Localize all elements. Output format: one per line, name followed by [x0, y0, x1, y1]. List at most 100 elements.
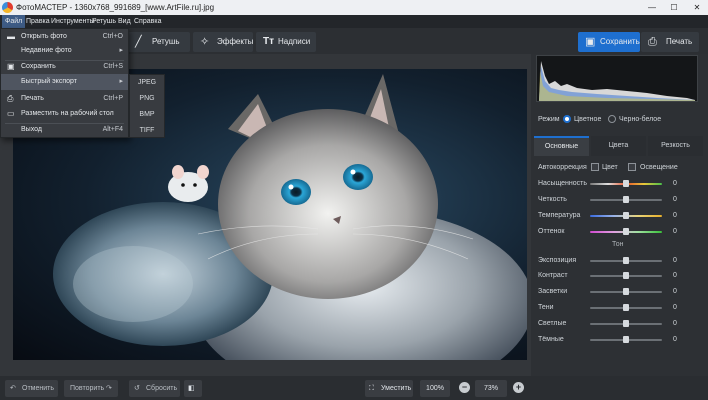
whites-slider[interactable]: Светлые 0 [537, 318, 697, 330]
menu-bar: Файл Правка Инструменты Ретушь Вид Справ… [0, 15, 708, 28]
menu-item-label: Разместить на рабочий стол [21, 110, 114, 117]
printer-icon: ⎙ [648, 36, 657, 48]
save-label: Сохранить [600, 37, 640, 46]
zoom-out-icon[interactable]: − [459, 382, 470, 393]
slider-knob[interactable] [623, 228, 629, 235]
export-submenu: JPEG PNG BMP TIFF [129, 74, 165, 138]
menu-item-shortcut: Ctrl+P [103, 95, 123, 102]
menu-item-shortcut: Alt+F4 [102, 126, 123, 133]
submenu-arrow-icon: ▸ [119, 78, 123, 85]
slider-knob[interactable] [623, 288, 629, 295]
magic-wand-icon: ✧ [200, 36, 210, 48]
clarity-slider[interactable]: Четкость 0 [537, 194, 697, 206]
contrast-slider[interactable]: Контраст 0 [537, 270, 697, 282]
slider-value: 0 [673, 180, 677, 187]
slider-value: 0 [673, 320, 677, 327]
menu-item-set-desktop[interactable]: ▭ Разместить на рабочий стол [1, 106, 128, 122]
zoom-in-icon[interactable]: + [513, 382, 524, 393]
redo-button[interactable]: Повторить ↷ [64, 380, 118, 397]
menu-item-recent[interactable]: Недавние фото ▸ [1, 43, 128, 59]
save-icon: ▣ [585, 36, 596, 48]
slider-label: Четкость [538, 196, 567, 203]
maximize-icon[interactable]: ☐ [665, 0, 683, 15]
export-png[interactable]: PNG [130, 91, 164, 107]
auto-light-checkbox[interactable] [628, 163, 636, 171]
export-tiff[interactable]: TIFF [130, 123, 164, 139]
tab-sharpness[interactable]: Резкость [648, 136, 703, 156]
slider-label: Тёмные [538, 336, 564, 343]
brush-icon: ╱ [135, 36, 142, 48]
slider-label: Засветки [538, 288, 568, 295]
slider-label: Температура [538, 212, 581, 219]
menu-item-exit[interactable]: Выход Alt+F4 [1, 122, 128, 138]
slider-label: Оттенок [538, 228, 565, 235]
histogram [536, 55, 698, 102]
auto-label: Автокоррекция [538, 164, 587, 171]
fit-label: Уместить [381, 385, 412, 392]
retouch-label: Ретушь [152, 37, 180, 46]
print-button[interactable]: ⎙ Печать [641, 32, 699, 52]
shadows-slider[interactable]: Тени 0 [537, 302, 697, 314]
auto-color-label: Цвет [602, 164, 618, 171]
menu-item-label: Недавние фото [21, 47, 72, 54]
slider-label: Тени [538, 304, 554, 311]
temperature-slider[interactable]: Температура 0 [537, 210, 697, 222]
slider-knob[interactable] [623, 196, 629, 203]
slider-knob[interactable] [623, 180, 629, 187]
export-jpeg[interactable]: JPEG [130, 75, 164, 91]
slider-label: Контраст [538, 272, 568, 279]
mode-color-label: Цветное [574, 116, 602, 123]
zoom-value[interactable]: 73% [475, 380, 507, 397]
save-button[interactable]: ▣ Сохранить [578, 32, 640, 52]
print-label: Печать [666, 37, 693, 46]
undo-button[interactable]: ↶ Отменить [5, 380, 58, 397]
slider-value: 0 [673, 272, 677, 279]
slider-knob[interactable] [623, 272, 629, 279]
highlights-slider[interactable]: Засветки 0 [537, 286, 697, 298]
mode-bw-label: Черно-белое [619, 116, 662, 123]
undo-label: Отменить [22, 385, 54, 392]
menu-item-quick-export[interactable]: Быстрый экспорт ▸ [1, 74, 128, 90]
slider-value: 0 [673, 212, 677, 219]
exposure-slider[interactable]: Экспозиция 0 [537, 255, 697, 267]
captions-button[interactable]: Tт Надписи [256, 32, 316, 52]
slider-label: Экспозиция [538, 257, 577, 264]
slider-knob[interactable] [623, 212, 629, 219]
slider-label: Светлые [538, 320, 567, 327]
tint-slider[interactable]: Оттенок 0 [537, 226, 697, 238]
monitor-icon: ▭ [7, 109, 15, 118]
menu-item-label: Быстрый экспорт [21, 78, 77, 85]
slider-knob[interactable] [623, 304, 629, 311]
effects-label: Эффекты [217, 37, 254, 46]
blacks-slider[interactable]: Тёмные 0 [537, 334, 697, 346]
menu-item-print[interactable]: ⎙ Печать Ctrl+P [1, 91, 128, 107]
tab-colors[interactable]: Цвета [591, 136, 646, 156]
auto-color-checkbox[interactable] [591, 163, 599, 171]
export-bmp[interactable]: BMP [130, 107, 164, 123]
auto-light-label: Освещение [640, 164, 678, 171]
retouch-button[interactable]: ╱ Ретушь [128, 32, 190, 52]
compare-icon: ◧ [188, 385, 195, 392]
menu-item-save[interactable]: ▣ Сохранить Ctrl+S [1, 59, 128, 75]
fit-button[interactable]: ⛶ Уместить [365, 380, 413, 397]
slider-knob[interactable] [623, 336, 629, 343]
slider-knob[interactable] [623, 257, 629, 264]
printer-icon: ⎙ [7, 94, 14, 103]
undo-icon: ↶ [10, 385, 16, 392]
reset-button[interactable]: ↺ Сбросить [129, 380, 180, 397]
mode-bw-radio[interactable] [608, 115, 616, 123]
captions-label: Надписи [278, 37, 311, 46]
effects-button[interactable]: ✧ Эффекты [193, 32, 253, 52]
zoom-100-button[interactable]: 100% [420, 380, 450, 397]
menu-file[interactable]: Файл [2, 15, 26, 28]
menu-help[interactable]: Справка [131, 15, 164, 28]
compare-button[interactable]: ◧ [184, 380, 202, 397]
reset-icon: ↺ [134, 385, 140, 392]
saturation-slider[interactable]: Насыщенность 0 [537, 178, 697, 190]
tab-basic[interactable]: Основные [534, 136, 589, 156]
close-icon[interactable]: ✕ [688, 0, 706, 15]
mode-color-radio[interactable] [563, 115, 571, 123]
menu-item-label: Сохранить [21, 63, 56, 70]
slider-knob[interactable] [623, 320, 629, 327]
minimize-icon[interactable]: — [643, 0, 661, 15]
